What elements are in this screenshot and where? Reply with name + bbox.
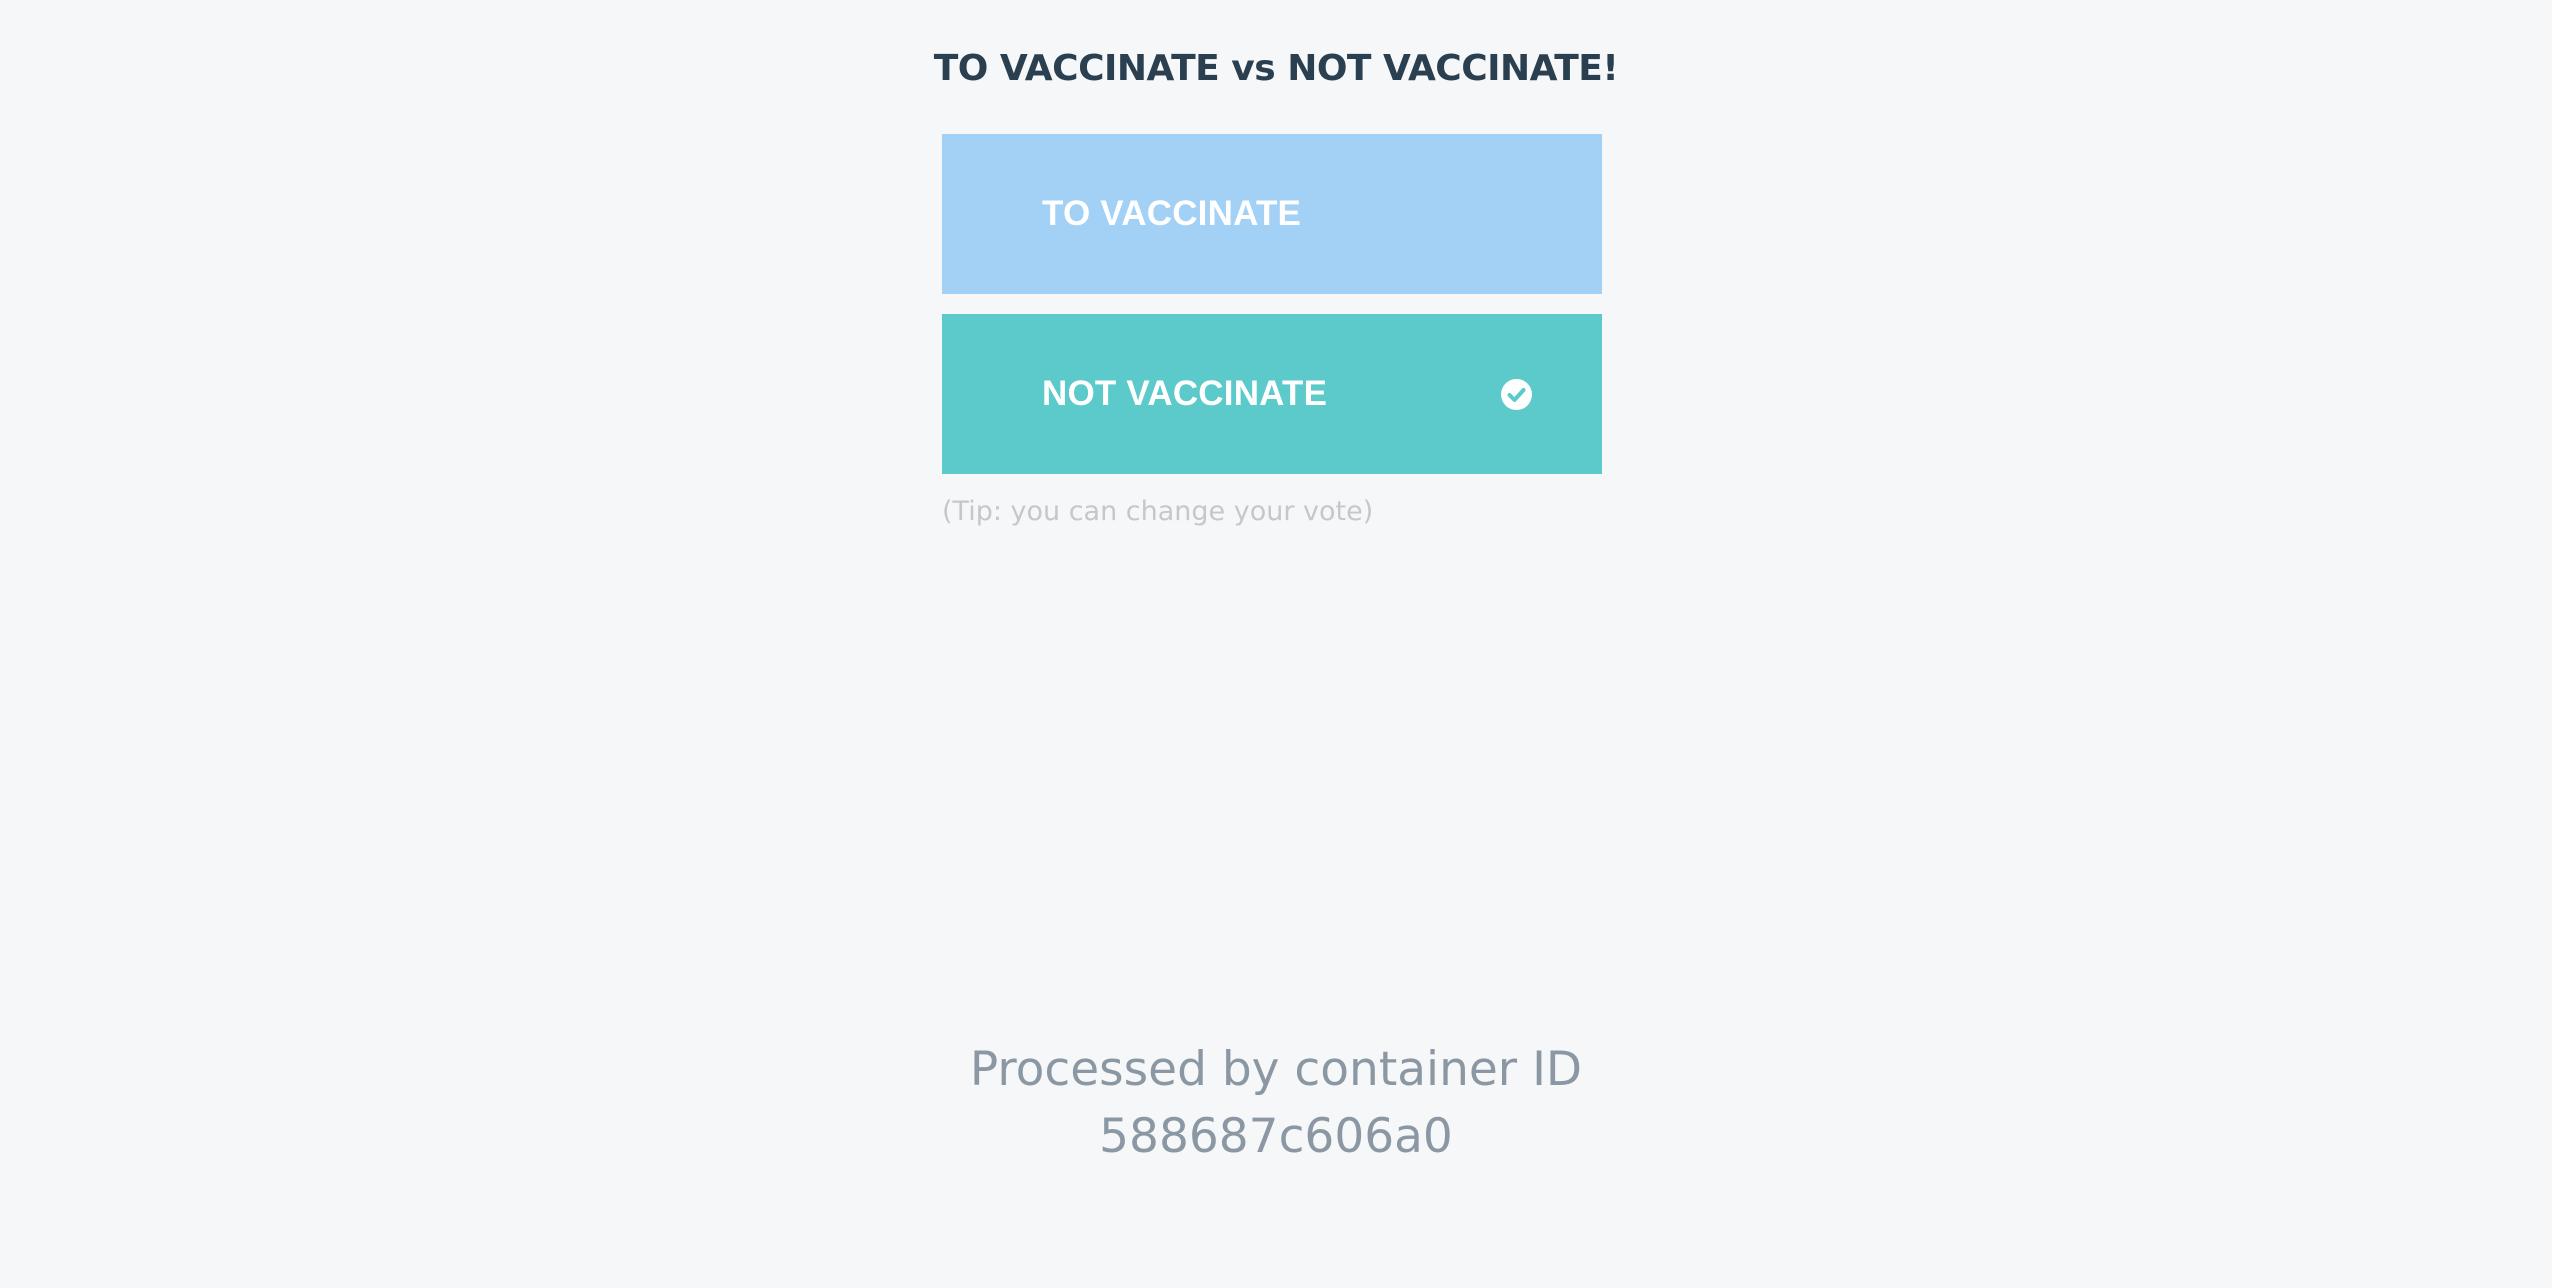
vote-page: TO VACCINATE vs NOT VACCINATE! TO VACCIN…: [0, 0, 2552, 1288]
container-id-footer: Processed by container ID 588687c606a0: [0, 1036, 2552, 1170]
vote-option-a-label: TO VACCINATE: [1042, 194, 1302, 233]
container-id: 588687c606a0: [1099, 1109, 1453, 1164]
page-title: TO VACCINATE vs NOT VACCINATE!: [933, 48, 1619, 89]
footer-label: Processed by container ID: [969, 1042, 1583, 1097]
vote-option-a-button[interactable]: TO VACCINATE: [942, 134, 1602, 294]
vote-form: TO VACCINATE NOT VACCINATE: [942, 134, 1602, 474]
vote-option-b-label: NOT VACCINATE: [1042, 374, 1328, 413]
check-circle-icon: [1501, 379, 1532, 410]
vote-option-b-button[interactable]: NOT VACCINATE: [942, 314, 1602, 474]
vote-tip: (Tip: you can change your vote): [942, 496, 1374, 527]
